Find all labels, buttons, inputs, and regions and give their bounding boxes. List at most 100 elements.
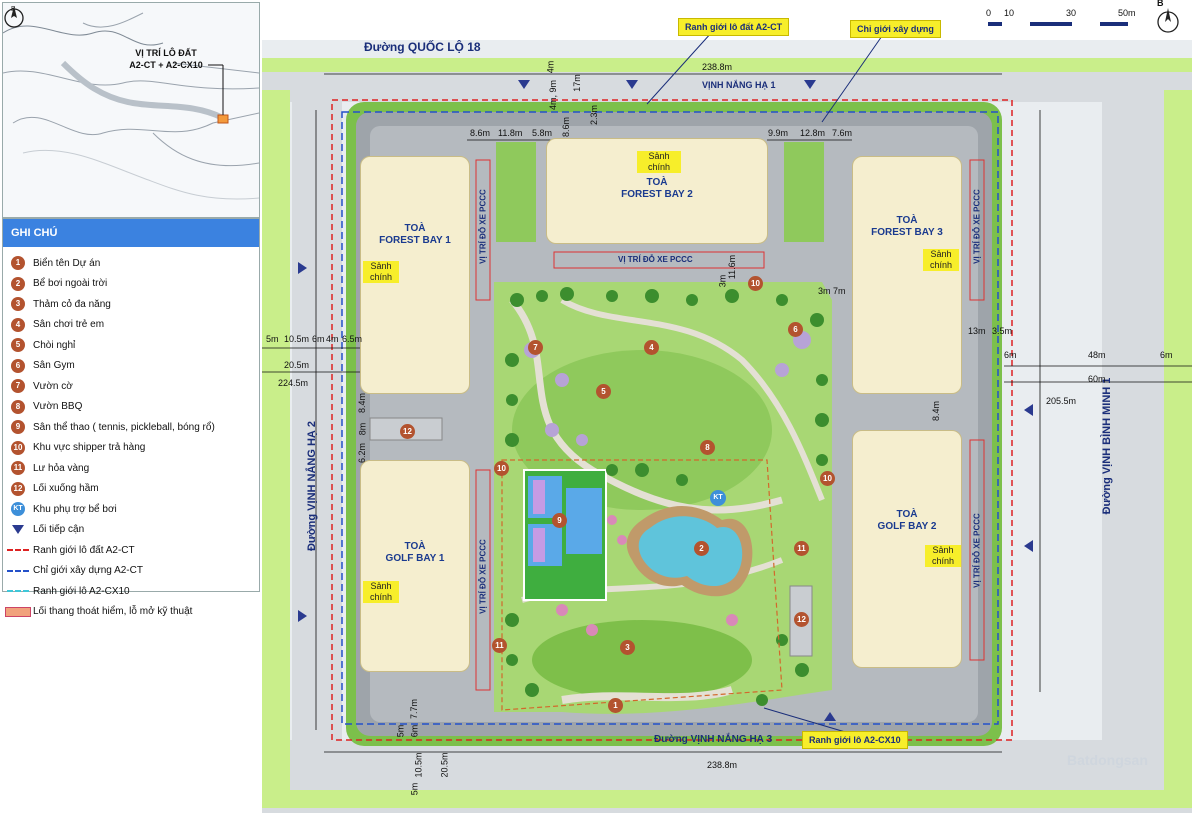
legend-item: 2 Bể bơi ngoài trời bbox=[3, 274, 259, 295]
legend-item: 7 Vườn cờ bbox=[3, 376, 259, 397]
dim-6m: 6m bbox=[312, 334, 325, 344]
legend-symbol bbox=[7, 549, 29, 552]
dim-9-9m: 9.9m bbox=[768, 128, 789, 138]
access-arrow-icon bbox=[824, 712, 836, 721]
legend-symbol: 5 bbox=[11, 338, 25, 353]
dim-60m: 60m bbox=[1088, 374, 1106, 384]
compass-letter: B bbox=[11, 6, 16, 13]
amenity-marker: 12 bbox=[794, 612, 809, 627]
dim-6-2m: 6.2m bbox=[357, 442, 368, 464]
scale-label-10: 10 bbox=[1004, 8, 1015, 18]
tower-label-line2: GOLF BAY 1 bbox=[385, 553, 445, 564]
lobby-line2: chính bbox=[929, 260, 953, 270]
legend-panel: GHI CHÚ 1 Biển tên Dự án 2 Bể bơi ngoài trờ… bbox=[2, 218, 260, 617]
amenity-marker: 9 bbox=[552, 513, 567, 528]
tower-label-line2: FOREST BAY 2 bbox=[621, 189, 693, 200]
legend-list: 1 Biển tên Dự án 2 Bể bơi ngoài trời 3 Thảm c… bbox=[3, 253, 259, 622]
lobby-line1: Sảnh bbox=[370, 261, 392, 271]
legend-item: 12 Lối xuống hầm bbox=[3, 479, 259, 500]
fire-truck-bay-label: VỊ TRÍ ĐỖ XE PCCC bbox=[478, 539, 488, 614]
dim-3m-7m: 3m 7m bbox=[818, 286, 846, 296]
locator-map-drawing bbox=[3, 12, 259, 200]
legend-item: 3 Thảm cỏ đa năng bbox=[3, 294, 259, 315]
legend-marker-icon bbox=[3, 549, 33, 552]
dim-11-8m: 11.8m bbox=[498, 128, 523, 138]
amenity-marker: 10 bbox=[748, 276, 763, 291]
main-lobby-label: Sảnh chính bbox=[923, 249, 959, 271]
main-lobby-label: Sảnh chính bbox=[925, 545, 961, 567]
fire-truck-bay-label: VỊ TRÍ ĐỖ XE PCCC bbox=[972, 189, 982, 264]
legend-symbol: 1 bbox=[11, 256, 25, 271]
dim-10-5m: 10.5m bbox=[284, 334, 310, 344]
amenity-marker: 5 bbox=[596, 384, 611, 399]
legend-marker-icon: 10 bbox=[3, 440, 33, 455]
tower-label-line1: TOÀ bbox=[896, 215, 918, 226]
legend-symbol: 6 bbox=[11, 358, 25, 373]
dim-7-7m: 7.7m bbox=[409, 698, 420, 720]
legend-symbol: 4 bbox=[11, 317, 25, 332]
amenity-marker: 12 bbox=[400, 424, 415, 439]
legend-item-label: Sân Gym bbox=[33, 360, 75, 372]
callout-plot-boundary: Ranh giới lô đất A2-CT bbox=[678, 18, 790, 36]
dim-2-3m: 2.3m bbox=[589, 104, 600, 126]
dim-5m: 5m bbox=[266, 334, 279, 344]
dim-8-6m: 8.6m bbox=[470, 128, 491, 138]
tower-forest-bay-3[interactable]: TOÀ FOREST BAY 3 Sảnh chính bbox=[852, 156, 962, 394]
legend-symbol: 12 bbox=[11, 481, 25, 496]
legend-marker-icon: KT bbox=[3, 502, 33, 517]
dim-10-5m-b: 10.5m bbox=[413, 752, 424, 778]
tower-forest-bay-2[interactable]: Sảnh chính TOÀ FOREST BAY 2 bbox=[546, 138, 768, 244]
legend-marker-icon: 2 bbox=[3, 276, 33, 291]
dim-6m-r: 6m bbox=[1004, 350, 1017, 360]
street-top-name: VỊNH NẮNG HẠ 1 bbox=[702, 80, 776, 90]
legend-item: 10 Khu vực shipper trả hàng bbox=[3, 438, 259, 459]
legend-item: Ranh giới lô A2-CX10 bbox=[3, 581, 259, 602]
legend-symbol bbox=[7, 569, 29, 572]
watermark: Batdongsan bbox=[1067, 752, 1148, 768]
compass-icon: B bbox=[4, 6, 24, 28]
lobby-line2: chính bbox=[931, 556, 955, 566]
dim-11-6m: 11.6m bbox=[727, 254, 738, 280]
access-arrow-icon bbox=[1024, 540, 1033, 552]
legend-marker-icon bbox=[3, 525, 33, 535]
tower-golf-bay-1-label: TOÀ GOLF BAY 1 bbox=[361, 541, 469, 565]
lobby-line2: chính bbox=[369, 272, 393, 282]
tower-label-line2: FOREST BAY 1 bbox=[379, 235, 451, 246]
main-lobby-label: Sảnh chính bbox=[363, 581, 399, 603]
tower-label-line1: TOÀ bbox=[404, 223, 426, 234]
tower-label-line1: TOÀ bbox=[646, 177, 668, 188]
tower-label-line2: GOLF BAY 2 bbox=[877, 521, 937, 532]
amenity-marker: 3 bbox=[620, 640, 635, 655]
legend-item: 1 Biển tên Dự án bbox=[3, 253, 259, 274]
main-lobby-label: Sảnh chính bbox=[363, 261, 399, 283]
locator-map: VỊ TRÍ LÔ ĐẤT A2-CT + A2-CX10 B bbox=[2, 2, 260, 218]
amenity-marker: 11 bbox=[492, 638, 507, 653]
legend-symbol: 10 bbox=[11, 440, 25, 455]
lobby-line1: Sảnh bbox=[932, 545, 954, 555]
tower-label-line1: TOÀ bbox=[896, 509, 918, 520]
tower-forest-bay-1-label: TOÀ FOREST BAY 1 bbox=[361, 223, 469, 247]
dim-20-5m-b: 20.5m bbox=[439, 752, 450, 778]
dim-8-4m-a: 8.4m bbox=[357, 392, 368, 414]
legend-item-label: Sân chơi trẻ em bbox=[33, 319, 105, 331]
fire-truck-bay-label: VỊ TRÍ ĐỖ XE PCCC bbox=[972, 513, 982, 588]
legend-marker-icon: 5 bbox=[3, 338, 33, 353]
dim-4m-b: 4m bbox=[326, 334, 339, 344]
amenity-marker: 10 bbox=[820, 471, 835, 486]
pool-utility-marker: KT bbox=[710, 490, 726, 506]
legend-marker-icon: 3 bbox=[3, 297, 33, 312]
legend-item-label: Ranh giới lô đất A2-CT bbox=[33, 544, 135, 556]
legend-marker-icon: 1 bbox=[3, 256, 33, 271]
tower-golf-bay-1[interactable]: TOÀ GOLF BAY 1 Sảnh chính bbox=[360, 460, 470, 672]
dim-6m-r2: 6m bbox=[1160, 350, 1173, 360]
tower-label-line2: FOREST BAY 3 bbox=[871, 227, 943, 238]
legend-marker-icon bbox=[3, 606, 33, 617]
tower-golf-bay-2[interactable]: TOÀ GOLF BAY 2 Sảnh chính bbox=[852, 430, 962, 668]
legend-item-label: Vườn cờ bbox=[33, 380, 73, 392]
legend-item: 11 Lư hỏa vàng bbox=[3, 458, 259, 479]
compass-letter: B bbox=[1157, 0, 1164, 8]
legend-symbol bbox=[5, 606, 31, 617]
tower-forest-bay-1[interactable]: TOÀ FOREST BAY 1 Sảnh chính bbox=[360, 156, 470, 394]
amenity-marker: 2 bbox=[694, 541, 709, 556]
access-arrow-icon bbox=[298, 262, 307, 274]
